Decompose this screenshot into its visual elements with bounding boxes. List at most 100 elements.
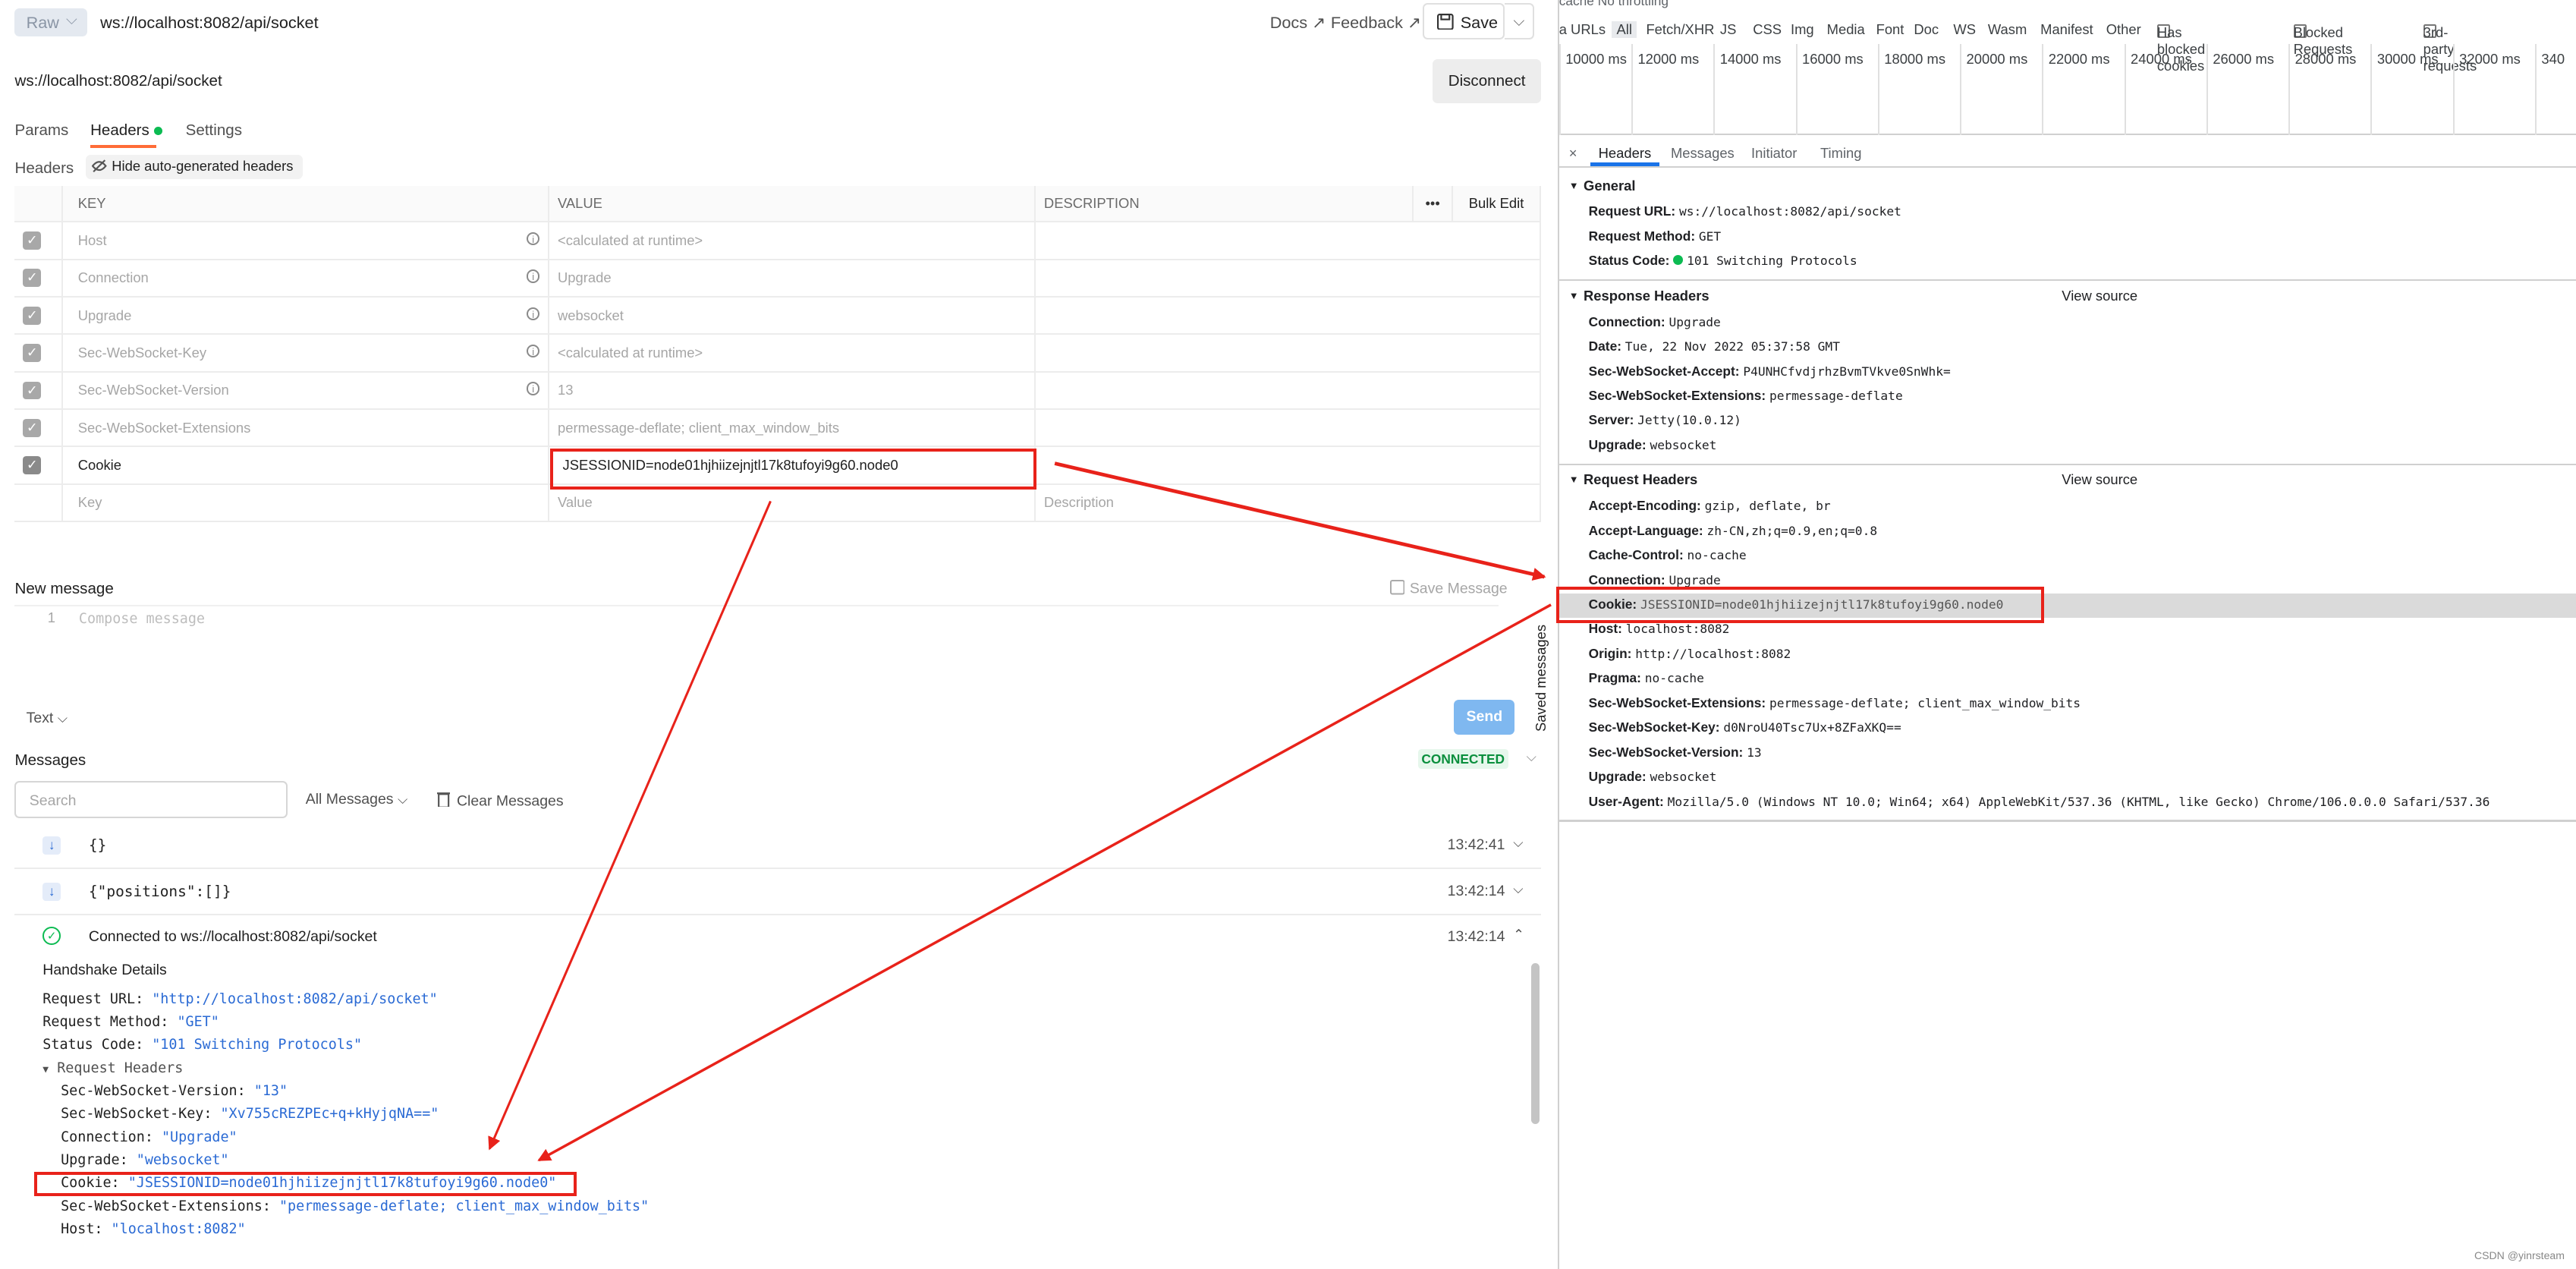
checkbox[interactable]: ✓: [23, 344, 42, 362]
kv-value: websocket: [1650, 770, 1717, 785]
info-icon[interactable]: i: [527, 307, 540, 320]
info-icon[interactable]: i: [527, 231, 540, 246]
url-input[interactable]: ws://localhost:8082/api/socket: [100, 13, 319, 33]
info-icon[interactable]: i: [527, 382, 540, 395]
message-item[interactable]: ↓ {} 13:42:41 ⌵: [14, 823, 1542, 870]
saved-messages-sidebar-tab[interactable]: Saved messages: [1533, 624, 1549, 731]
filter-ws[interactable]: WS: [1953, 21, 1976, 38]
filter-other[interactable]: Other: [2106, 21, 2141, 38]
kv-key: Date:: [1588, 339, 1621, 354]
annotation-box-handshake-cookie: [34, 1171, 577, 1197]
more-options-icon[interactable]: •••: [1413, 185, 1454, 223]
info-icon[interactable]: i: [527, 269, 540, 283]
kv-value: http://localhost:8082: [1635, 646, 1791, 661]
filter-js[interactable]: JS: [1720, 21, 1736, 38]
save-message-button[interactable]: Save Message: [1389, 580, 1508, 597]
timeline-tick: 18000 ms: [1877, 44, 1945, 135]
kv-value: websocket: [1650, 437, 1717, 452]
search-input[interactable]: Search: [14, 780, 288, 819]
filter-fetch[interactable]: Fetch/XHR: [1646, 21, 1714, 38]
tab-timing[interactable]: Timing: [1820, 145, 1862, 162]
hide-auto-headers-button[interactable]: Hide auto-generated headers: [85, 154, 304, 179]
scrollbar[interactable]: [1531, 962, 1540, 1125]
triangle-down-icon: ▼: [1568, 289, 1579, 301]
checkbox[interactable]: ✓: [23, 231, 42, 250]
view-source-link[interactable]: View source: [2062, 471, 2137, 488]
general-section-header[interactable]: ▼ General: [1559, 178, 2576, 194]
timeline-tick: 16000 ms: [1795, 44, 1864, 135]
filter-manifest[interactable]: Manifest: [2040, 21, 2093, 38]
timeline-overview[interactable]: 10000 ms 12000 ms 14000 ms 16000 ms 1800…: [1558, 44, 2576, 135]
clear-messages-button[interactable]: Clear Messages: [436, 791, 564, 810]
request-url-title: ws://localhost:8082/api/socket: [14, 72, 222, 90]
new-key-input[interactable]: Key: [62, 483, 550, 523]
new-description-input[interactable]: Description: [1035, 483, 1542, 523]
column-value: VALUE: [549, 185, 1036, 223]
filter-wasm[interactable]: Wasm: [1988, 21, 2027, 38]
save-button[interactable]: Save: [1423, 3, 1505, 39]
header-description[interactable]: [1035, 446, 1542, 485]
timeline-tick: 26000 ms: [2206, 44, 2274, 135]
tab-settings[interactable]: Settings: [186, 121, 242, 140]
section-title: General: [1584, 177, 1636, 194]
header-key: Connection i: [62, 259, 550, 298]
filter-media[interactable]: Media: [1827, 21, 1865, 38]
filter-css[interactable]: CSS: [1753, 21, 1782, 38]
chevron-up-icon[interactable]: ⌃: [1513, 927, 1524, 943]
message-time: 13:42:14: [1447, 882, 1505, 899]
raw-select[interactable]: Raw ⌵: [14, 8, 87, 36]
feedback-link[interactable]: Feedback ↗: [1331, 13, 1421, 33]
info-icon[interactable]: i: [527, 345, 540, 358]
tab-params[interactable]: Params: [14, 121, 68, 140]
checkbox[interactable]: ✓: [23, 418, 42, 437]
header-key[interactable]: Cookie: [62, 446, 550, 485]
hs-value: "Upgrade": [161, 1129, 237, 1145]
send-button[interactable]: Send: [1454, 700, 1515, 735]
bulk-edit-button[interactable]: Bulk Edit: [1452, 185, 1542, 223]
filter-data-urls[interactable]: a URLs: [1559, 21, 1606, 38]
checkbox[interactable]: ✓: [23, 456, 42, 475]
kv-key: Upgrade:: [1588, 769, 1647, 785]
filter-all[interactable]: All: [1611, 21, 1637, 39]
filter-font[interactable]: Font: [1876, 21, 1904, 38]
header-description: [1035, 222, 1542, 260]
hs-key: Host:: [61, 1220, 112, 1237]
triangle-down-icon: ▼: [42, 1063, 49, 1075]
tab-headers[interactable]: Headers: [1599, 145, 1652, 162]
chevron-down-icon[interactable]: ⌵: [1513, 881, 1523, 897]
filter-img[interactable]: Img: [1791, 21, 1814, 38]
message-item-connected[interactable]: ✓ Connected to ws://localhost:8082/api/s…: [14, 915, 1541, 962]
response-header-item: Upgrade: websocket: [1589, 437, 1717, 453]
save-dropdown-chevron-icon[interactable]: ⌵: [1505, 3, 1535, 39]
request-headers-toggle[interactable]: ▼ Request Headers: [42, 1060, 183, 1076]
devtools-tabs: × Headers Messages Initiator Timing: [1558, 138, 2576, 168]
eye-off-icon: [91, 159, 108, 172]
chevron-down-icon[interactable]: ⌵: [1513, 835, 1523, 851]
tab-initiator[interactable]: Initiator: [1751, 145, 1797, 162]
checkbox[interactable]: ✓: [23, 381, 42, 400]
handshake-line: Request Method: "GET": [42, 1014, 219, 1030]
hs-key: Sec-WebSocket-Extensions:: [61, 1198, 279, 1214]
checkbox-cell: ✓: [14, 334, 64, 373]
message-editor[interactable]: [14, 604, 1499, 695]
filter-doc[interactable]: Doc: [1914, 21, 1939, 38]
compose-message-placeholder[interactable]: Compose message: [79, 611, 205, 627]
disconnect-button[interactable]: Disconnect: [1433, 58, 1542, 104]
message-filter-select[interactable]: All Messages ⌵: [306, 791, 407, 808]
checkbox[interactable]: ✓: [23, 269, 42, 288]
chevron-down-icon[interactable]: ⌵: [1527, 749, 1536, 765]
tab-headers[interactable]: Headers: [90, 121, 163, 140]
message-item[interactable]: ↓ {"positions":[]} 13:42:14 ⌵: [14, 869, 1542, 916]
divider: [1558, 463, 2576, 465]
checkbox[interactable]: ✓: [23, 306, 42, 325]
handshake-header: Upgrade: "websocket": [61, 1152, 228, 1168]
docs-link[interactable]: Docs ↗: [1270, 13, 1326, 33]
general-item: Status Code: 101 Switching Protocols: [1589, 253, 1857, 269]
kv-key: Request URL:: [1588, 203, 1676, 219]
timeline-tick: 10000 ms: [1558, 44, 1627, 135]
kv-value: localhost:8082: [1625, 622, 1730, 637]
format-select[interactable]: Text ⌵: [27, 710, 68, 727]
tab-messages[interactable]: Messages: [1671, 145, 1735, 162]
view-source-link[interactable]: View source: [2062, 288, 2137, 304]
close-icon[interactable]: ×: [1569, 145, 1577, 162]
